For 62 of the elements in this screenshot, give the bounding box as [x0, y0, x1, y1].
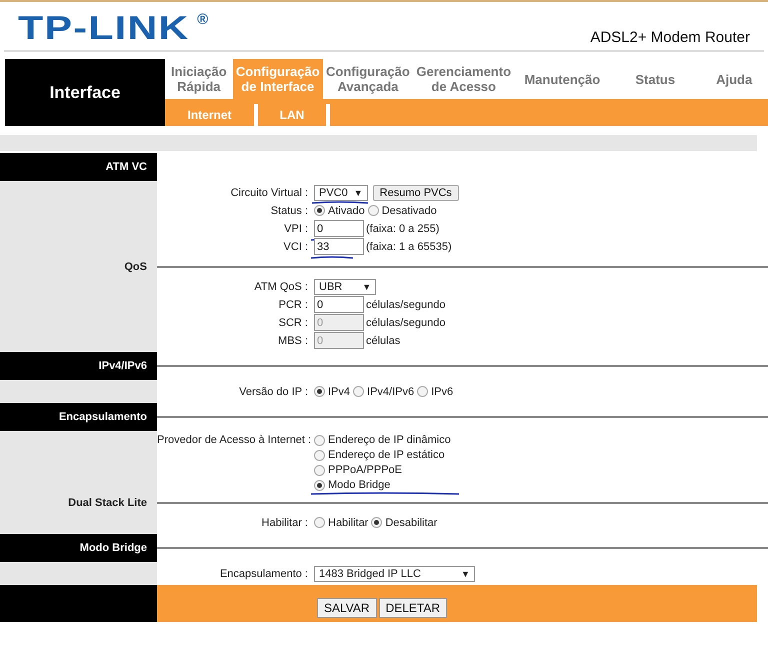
range-hint: células: [366, 334, 400, 346]
field-label: Provedor de Acesso à Internet :: [157, 434, 312, 446]
field-label: Versão do IP :: [238, 386, 309, 398]
range-hint: (faixa: 1 a 65535): [366, 240, 452, 252]
radio-button[interactable]: [371, 517, 382, 528]
option-label: Endereço de IP estático: [328, 449, 445, 461]
summary-button[interactable]: Resumo PVCs: [372, 184, 459, 200]
logo: TP-LINK: [18, 11, 190, 44]
field-label: ATM QoS :: [253, 280, 309, 292]
option-label: IPv6: [431, 386, 454, 398]
caret-icon: ▼: [362, 282, 372, 292]
option-label: IPv4: [328, 386, 350, 398]
range-hint: células/segundo: [366, 316, 446, 328]
field-label: Status :: [270, 204, 309, 216]
radio-button[interactable]: [314, 450, 325, 460]
field-label: Circuito Virtual :: [230, 186, 309, 198]
dropdown[interactable]: 1483 Bridged IP LLC ▼: [314, 566, 475, 582]
registered-mark: ®: [197, 11, 208, 28]
range-hint: células/segundo: [366, 298, 446, 310]
input-field[interactable]: 0: [314, 220, 364, 237]
field-label: VCI :: [282, 240, 309, 252]
section-title: Interface: [5, 59, 165, 126]
range-hint: (faixa: 0 a 255): [366, 222, 440, 234]
group-label: QoS: [0, 258, 157, 275]
radio-button[interactable]: [314, 464, 325, 476]
radio-button[interactable]: [353, 386, 364, 397]
group-label: Dual Stack Lite: [0, 494, 157, 511]
field-label: SCR :: [278, 316, 309, 328]
radio-button[interactable]: [417, 386, 428, 397]
section-header: Encapsulamento: [0, 403, 157, 431]
input-field[interactable]: 33: [314, 238, 364, 255]
field-label: VPI :: [283, 222, 309, 234]
caret-icon: ▼: [460, 568, 470, 578]
option-label: Endereço de IP dinâmico: [328, 434, 451, 446]
section-header: Modo Bridge: [0, 534, 157, 562]
pen-stroke: [311, 200, 369, 204]
caret-icon: ▼: [354, 188, 363, 198]
radio-button[interactable]: [314, 205, 325, 216]
delete-button[interactable]: DELETAR: [378, 598, 448, 618]
section-header: IPv4/IPv6: [0, 352, 157, 380]
section-header: ATM VC: [0, 153, 157, 181]
option-label: PPPoA/PPPoE: [328, 464, 402, 476]
input-field[interactable]: 0: [314, 296, 364, 313]
field-label: PCR :: [278, 298, 309, 310]
option-label: Desabilitar: [385, 516, 438, 528]
option-label: Ativado: [328, 204, 365, 216]
radio-button[interactable]: [314, 386, 325, 397]
option-label: Desativado: [382, 204, 437, 216]
radio-button[interactable]: [314, 517, 325, 528]
field-label: Encapsulamento :: [218, 568, 309, 580]
option-label: IPv4/IPv6: [367, 386, 414, 398]
radio-button[interactable]: [314, 480, 325, 490]
product-name: ADSL2+ Modem Router: [590, 29, 750, 46]
field-label: MBS :: [277, 334, 309, 346]
radio-button[interactable]: [314, 434, 325, 446]
dropdown[interactable]: UBR ▼: [314, 278, 376, 294]
pen-stroke: [310, 255, 354, 260]
option-label: Modo Bridge: [328, 479, 390, 491]
option-label: Habilitar: [328, 516, 368, 528]
radio-button[interactable]: [368, 205, 379, 216]
field-label: Habilitar :: [260, 516, 309, 528]
save-button[interactable]: SALVAR: [317, 598, 377, 618]
